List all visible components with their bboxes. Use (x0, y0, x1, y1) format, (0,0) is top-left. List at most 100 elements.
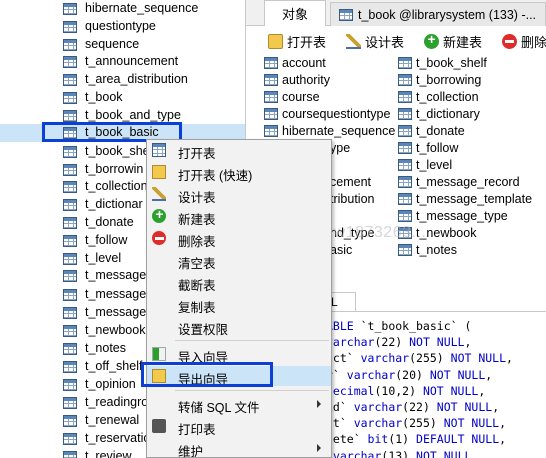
ddl-line: nt` varchar(255) NOT NULL, (326, 416, 507, 431)
menu-item-import[interactable]: 导入向导 (147, 344, 331, 365)
object-label: tribution (330, 191, 375, 206)
object-ype[interactable]: ype (330, 139, 350, 156)
menu-item-label: 设置权限 (178, 323, 229, 337)
menu-item-plain[interactable]: 截断表 (147, 272, 331, 293)
object-t-donate[interactable]: t_donate (398, 122, 465, 139)
tree-item-label: t_message_ (85, 305, 154, 319)
object-t-follow[interactable]: t_follow (398, 139, 458, 156)
object-label: t_message_type (416, 208, 508, 223)
delete-icon (152, 231, 166, 245)
object-label: t_collection (416, 89, 479, 104)
table-icon (63, 253, 77, 265)
menu-item-add[interactable]: 新建表 (147, 206, 331, 227)
tab-table-t-book[interactable]: t_book @librarysystem (133) -... (330, 2, 546, 26)
tree-item-label: t_notes (85, 341, 127, 355)
menu-item-plain[interactable]: 设置权限 (147, 316, 331, 337)
ddl-preview: ABLE `t_book_basic` (varchar(22) NOT NUL… (326, 318, 546, 458)
menu-item-delete[interactable]: 删除表 (147, 228, 331, 249)
table-icon (398, 107, 412, 120)
object-label: t_dictionary (416, 106, 480, 121)
table-icon (63, 146, 77, 158)
table-icon (264, 124, 278, 137)
tree-item-label: t_book (85, 90, 123, 104)
table-icon (398, 90, 412, 103)
object-account[interactable]: account (264, 54, 326, 71)
object-t-message-template[interactable]: t_message_template (398, 190, 532, 207)
folder-icon (152, 165, 166, 179)
delete-table-button[interactable]: 删除表 (502, 32, 546, 51)
tree-item-label: t_message_ (85, 287, 154, 301)
table-icon (264, 90, 278, 103)
tree-item-t-book[interactable]: t_book (0, 89, 245, 107)
object-t-borrowing[interactable]: t_borrowing (398, 71, 481, 88)
tree-item-t-announcement[interactable]: t_announcement (0, 53, 245, 71)
object-asic[interactable]: asic (330, 241, 352, 258)
table-icon (63, 110, 77, 122)
ddl-line: id` varchar(22) NOT NULL, (326, 400, 500, 415)
menu-item-print[interactable]: 打印表 (147, 416, 331, 437)
object-cement[interactable]: cement (330, 173, 371, 190)
menu-item-label: 新建表 (178, 213, 216, 227)
tree-item-label: t_readingro (85, 395, 149, 409)
menu-item-folder[interactable]: 打开表 (快速) (147, 162, 331, 183)
object-t-message-record[interactable]: t_message_record (398, 173, 520, 190)
menu-item-label: 维护 (178, 445, 204, 458)
object-course[interactable]: course (264, 88, 320, 105)
tree-item-label: t_area_distribution (85, 72, 188, 86)
object-tribution[interactable]: tribution (330, 190, 374, 207)
table-icon (63, 217, 77, 229)
new-table-button[interactable]: 新建表 (424, 31, 482, 51)
menu-item-plain[interactable]: 维护 (147, 438, 331, 458)
table-icon (63, 39, 77, 51)
table-icon (63, 74, 77, 86)
submenu-arrow-icon (317, 400, 321, 408)
tree-item-sequence[interactable]: sequence (0, 36, 245, 54)
object-coursequestiontype[interactable]: coursequestiontype (264, 105, 390, 122)
tree-item-t-area-distribution[interactable]: t_area_distribution (0, 71, 245, 89)
tree-item-label: t_collection (85, 179, 148, 193)
object-label: t_message_template (416, 191, 533, 206)
table-icon (398, 73, 412, 86)
object-label: ype (330, 140, 351, 155)
object-t-notes[interactable]: t_notes (398, 241, 457, 258)
context-menu: 打开表打开表 (快速)设计表新建表删除表清空表截断表复制表设置权限导入向导导出向… (146, 139, 332, 458)
open-table-button[interactable]: 打开表 (268, 32, 326, 51)
table-icon (63, 181, 77, 193)
tree-item-label: t_book_and_type (85, 108, 181, 122)
ddl-line: decimal(10,2) NOT NULL, (326, 383, 486, 398)
object-t-message-type[interactable]: t_message_type (398, 207, 508, 224)
menu-separator (175, 390, 329, 391)
table-icon (398, 56, 412, 69)
tree-item-label: t_off_shelf (85, 359, 143, 373)
table-icon (63, 307, 77, 319)
tab-objects[interactable]: 对象 (264, 0, 326, 26)
menu-separator (175, 340, 329, 341)
menu-item-plain[interactable]: 复制表 (147, 294, 331, 315)
menu-item-table[interactable]: 打开表 (147, 140, 331, 161)
menu-item-plain[interactable]: 清空表 (147, 250, 331, 271)
design-table-button[interactable]: 设计表 (346, 32, 404, 51)
object-authority[interactable]: authority (264, 71, 330, 88)
table-icon (264, 56, 278, 69)
tree-item-label: t_reservatio (85, 431, 151, 445)
object-t-dictionary[interactable]: t_dictionary (398, 105, 480, 122)
menu-item-plain[interactable]: 转储 SQL 文件 (147, 394, 331, 415)
menu-item-label: 清空表 (178, 257, 216, 271)
object-hibernate-sequence[interactable]: hibernate_sequence (264, 122, 395, 139)
tree-item-questiontype[interactable]: questiontype (0, 18, 245, 36)
ddl-line: varchar(22) NOT NULL, (326, 335, 472, 350)
object-t-level[interactable]: t_level (398, 156, 452, 173)
object-label: t_book_shelf (416, 55, 487, 70)
tree-item-hibernate-sequence[interactable]: hibernate_sequence (0, 0, 245, 18)
object-t-collection[interactable]: t_collection (398, 88, 479, 105)
menu-item-design[interactable]: 设计表 (147, 184, 331, 205)
table-icon (63, 164, 77, 176)
menu-item-label: 设计表 (178, 191, 216, 205)
table-icon (398, 243, 412, 256)
open-table-label: 打开表 (287, 34, 327, 50)
object-label: t_borrowing (416, 72, 482, 87)
object-t-book-shelf[interactable]: t_book_shelf (398, 54, 487, 71)
object-label: t_notes (416, 242, 458, 257)
table-icon (63, 199, 77, 211)
table-icon (63, 343, 77, 355)
